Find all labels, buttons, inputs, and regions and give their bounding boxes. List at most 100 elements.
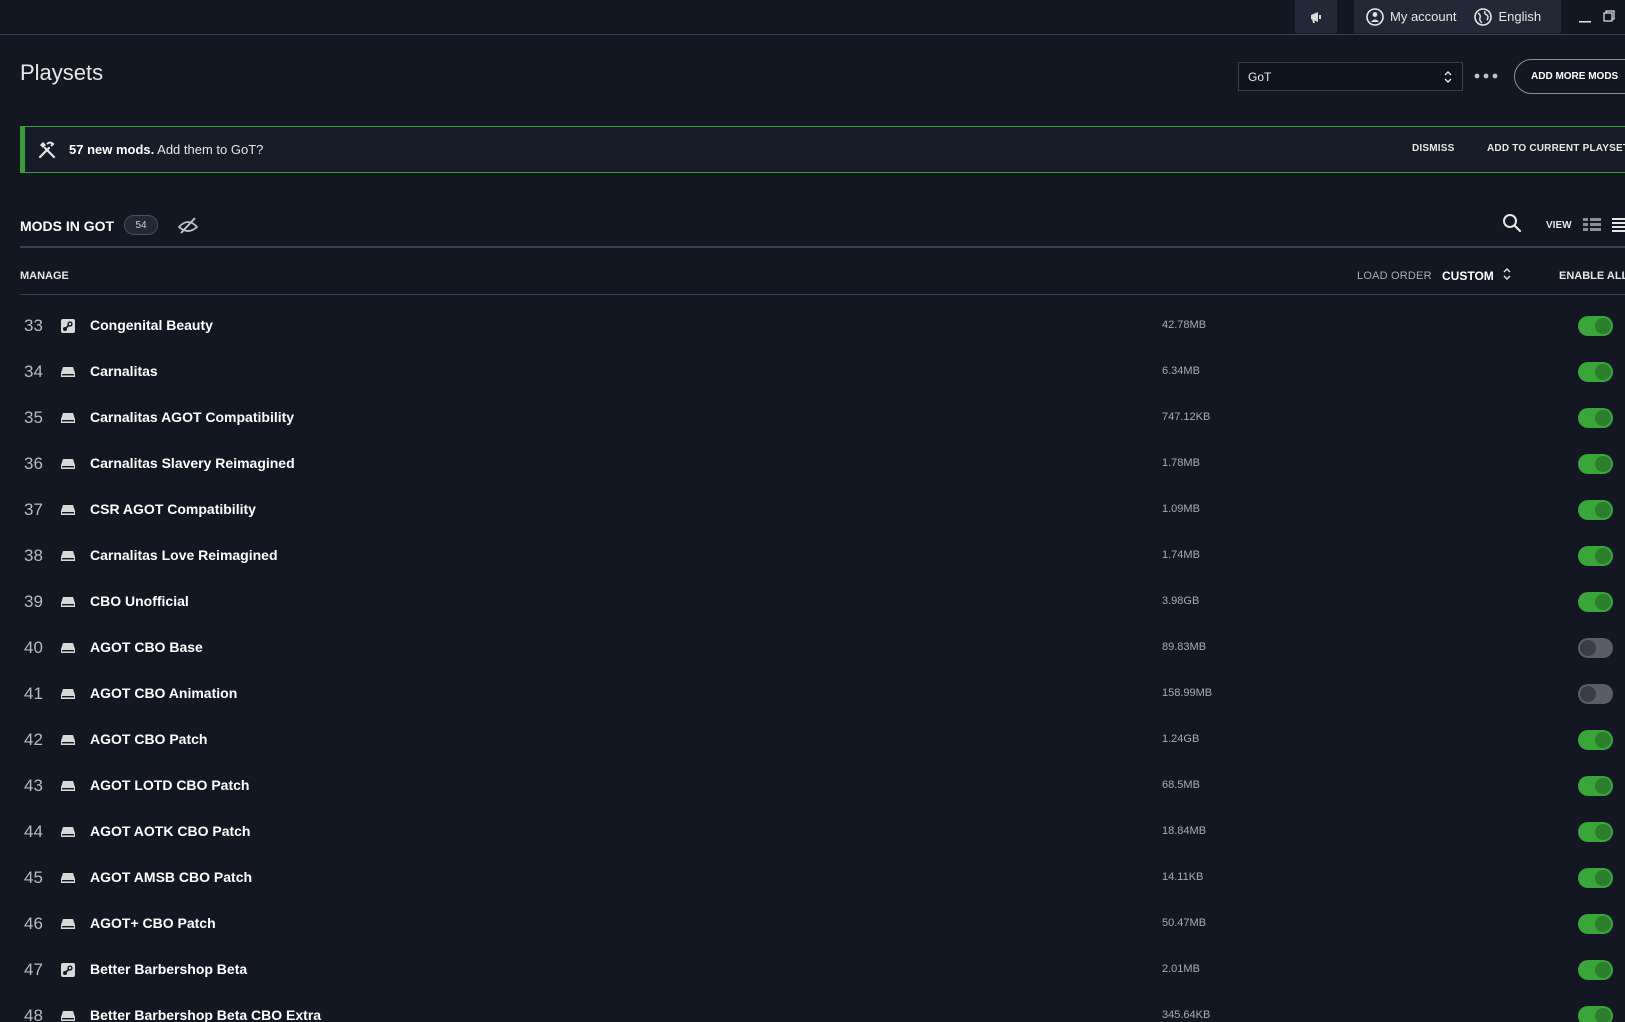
mod-name[interactable]: AGOT CBO Base — [90, 639, 203, 655]
mod-enable-toggle[interactable] — [1578, 592, 1613, 612]
mod-row[interactable]: 47 Better Barbershop Beta 2.01MB — [0, 948, 1625, 994]
local-drive-icon — [59, 547, 77, 565]
mod-enable-toggle[interactable] — [1578, 500, 1613, 520]
enable-all-button[interactable]: ENABLE ALL — [1559, 270, 1625, 282]
mod-size: 42.78MB — [1162, 319, 1207, 331]
mod-size: 345.64KB — [1162, 1009, 1211, 1021]
playset-select[interactable]: GoT — [1238, 62, 1463, 91]
mod-row[interactable]: 37 CSR AGOT Compatibility 1.09MB — [0, 488, 1625, 534]
mod-enable-toggle[interactable] — [1578, 316, 1613, 336]
mod-enable-toggle[interactable] — [1578, 546, 1613, 566]
mod-row[interactable]: 46 AGOT+ CBO Patch 50.47MB — [0, 902, 1625, 948]
mod-row[interactable]: 39 CBO Unofficial 3.98GB — [0, 580, 1625, 626]
mod-name[interactable]: AGOT LOTD CBO Patch — [90, 777, 249, 793]
mod-row[interactable]: 41 AGOT CBO Animation 158.99MB — [0, 672, 1625, 718]
local-drive-icon — [59, 501, 77, 519]
mod-load-order-number: 38 — [24, 546, 43, 565]
mod-name[interactable]: Carnalitas Slavery Reimagined — [90, 455, 295, 471]
restore-icon[interactable] — [1602, 6, 1616, 24]
mod-load-order-number: 40 — [24, 638, 43, 657]
mod-name[interactable]: AGOT CBO Animation — [90, 685, 237, 701]
mod-size: 1.74MB — [1162, 549, 1200, 561]
mod-enable-toggle[interactable] — [1578, 914, 1613, 934]
mod-enable-toggle[interactable] — [1578, 960, 1613, 980]
mod-size: 158.99MB — [1162, 687, 1213, 699]
mod-row[interactable]: 48 Better Barbershop Beta CBO Extra 345.64… — [0, 994, 1625, 1022]
manage-button[interactable]: MANAGE — [20, 270, 69, 282]
add-to-current-playset-button[interactable]: ADD TO CURRENT PLAYSET — [1487, 143, 1625, 154]
load-order-sort-button[interactable] — [1502, 267, 1512, 286]
mod-name[interactable]: AGOT CBO Patch — [90, 731, 207, 747]
mod-name[interactable]: Carnalitas Love Reimagined — [90, 547, 278, 563]
search-button[interactable] — [1502, 213, 1522, 238]
mod-row[interactable]: 35 Carnalitas AGOT Compatibility 747.12KB — [0, 396, 1625, 442]
chevron-updown-icon — [1503, 268, 1511, 280]
mod-name[interactable]: Carnalitas — [90, 363, 158, 379]
mod-load-order-number: 46 — [24, 914, 43, 933]
mod-size: 1.78MB — [1162, 457, 1200, 469]
mods-section-title: MODS IN GOT — [20, 218, 115, 234]
mod-name[interactable]: CSR AGOT Compatibility — [90, 501, 256, 517]
steam-icon — [59, 317, 77, 335]
mod-name[interactable]: Better Barbershop Beta CBO Extra — [90, 1007, 321, 1022]
mod-name[interactable]: Congenital Beauty — [90, 317, 213, 333]
load-order-select[interactable]: CUSTOM — [1442, 269, 1494, 283]
language-button[interactable]: English — [1474, 7, 1542, 26]
mod-row[interactable]: 42 AGOT CBO Patch 1.24GB — [0, 718, 1625, 764]
mod-load-order-number: 43 — [24, 776, 43, 795]
eye-slash-icon — [177, 217, 199, 234]
mod-enable-toggle[interactable] — [1578, 776, 1613, 796]
grid-view-icon — [1583, 218, 1601, 231]
local-drive-icon — [59, 685, 77, 703]
mod-enable-toggle[interactable] — [1578, 408, 1613, 428]
window-controls — [1578, 6, 1616, 24]
mod-row[interactable]: 40 AGOT CBO Base 89.83MB — [0, 626, 1625, 672]
dismiss-button[interactable]: DISMISS — [1412, 143, 1455, 154]
tools-icon — [37, 140, 57, 160]
mod-size: 14.11KB — [1162, 871, 1204, 883]
mod-enable-toggle[interactable] — [1578, 638, 1613, 658]
mod-load-order-number: 37 — [24, 500, 43, 519]
megaphone-icon — [1311, 11, 1321, 23]
mod-row[interactable]: 45 AGOT AMSB CBO Patch 14.11KB — [0, 856, 1625, 902]
mod-load-order-number: 41 — [24, 684, 43, 703]
show-disabled-toggle[interactable] — [177, 215, 199, 240]
view-list-button[interactable] — [1611, 216, 1625, 237]
banner-message: 57 new mods. Add them to GoT? — [69, 142, 263, 157]
mod-row[interactable]: 33 Congenital Beauty 42.78MB — [0, 304, 1625, 350]
mod-name[interactable]: AGOT AMSB CBO Patch — [90, 869, 252, 885]
mod-name[interactable]: Carnalitas AGOT Compatibility — [90, 409, 294, 425]
mods-section-header: MODS IN GOT 54 VIEW — [20, 208, 1625, 248]
mod-enable-toggle[interactable] — [1578, 1006, 1613, 1022]
mod-name[interactable]: Better Barbershop Beta — [90, 961, 247, 977]
mod-row[interactable]: 36 Carnalitas Slavery Reimagined 1.78MB — [0, 442, 1625, 488]
mod-row[interactable]: 44 AGOT AOTK CBO Patch 18.84MB — [0, 810, 1625, 856]
view-grid-button[interactable] — [1582, 216, 1602, 237]
mod-name[interactable]: AGOT+ CBO Patch — [90, 915, 216, 931]
mod-enable-toggle[interactable] — [1578, 730, 1613, 750]
mod-name[interactable]: AGOT AOTK CBO Patch — [90, 823, 251, 839]
mod-enable-toggle[interactable] — [1578, 684, 1613, 704]
steam-icon — [59, 961, 77, 979]
local-drive-icon — [59, 363, 77, 381]
mod-size: 1.24GB — [1162, 733, 1200, 745]
mod-enable-toggle[interactable] — [1578, 822, 1613, 842]
add-more-mods-button[interactable]: ADD MORE MODS — [1514, 59, 1625, 94]
mod-load-order-number: 44 — [24, 822, 43, 841]
mod-row[interactable]: 38 Carnalitas Love Reimagined 1.74MB — [0, 534, 1625, 580]
mod-name[interactable]: CBO Unofficial — [90, 593, 189, 609]
user-circle-icon — [1366, 7, 1384, 26]
mod-row[interactable]: 34 Carnalitas 6.34MB — [0, 350, 1625, 396]
my-account-button[interactable]: My account — [1366, 7, 1456, 26]
view-label: VIEW — [1546, 220, 1572, 231]
language-label: English — [1498, 9, 1542, 24]
mod-enable-toggle[interactable] — [1578, 362, 1613, 382]
mod-row[interactable]: 43 AGOT LOTD CBO Patch 68.5MB — [0, 764, 1625, 810]
mod-load-order-number: 36 — [24, 454, 43, 473]
playset-options-button[interactable] — [1473, 67, 1499, 85]
notifications-button[interactable] — [1295, 0, 1337, 33]
mod-enable-toggle[interactable] — [1578, 868, 1613, 888]
mod-enable-toggle[interactable] — [1578, 454, 1613, 474]
minimize-icon[interactable] — [1578, 6, 1592, 24]
paradox-launcher-window: My account English Playsets GoT ADD MORE… — [0, 0, 1625, 1022]
